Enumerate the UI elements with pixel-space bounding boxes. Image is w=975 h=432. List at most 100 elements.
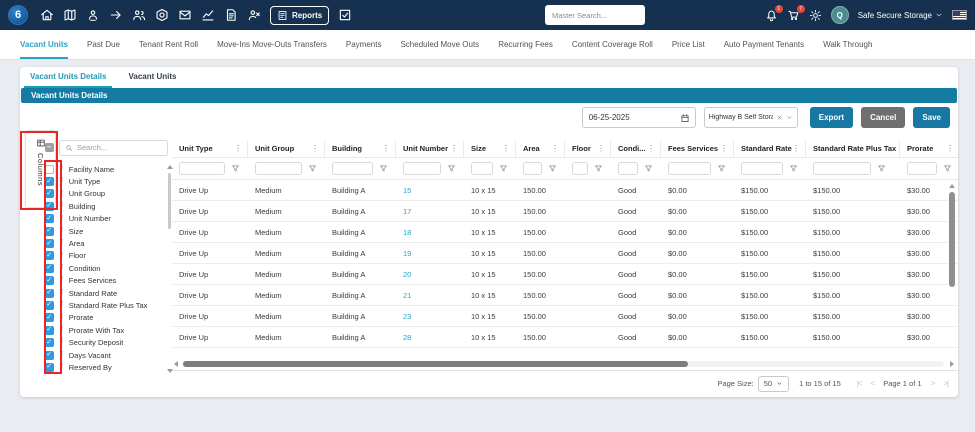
scroll-right-arrow[interactable] [950,361,954,367]
drag-handle-icon[interactable]: ⠿ [59,302,64,309]
drag-handle-icon[interactable]: ⠿ [59,178,64,185]
unit-number-link[interactable]: 23 [396,306,464,326]
drag-handle-icon[interactable]: ⠿ [59,227,64,235]
account-menu[interactable]: Safe Secure Storage [858,11,943,20]
tab-move-ins-move-outs-transfers[interactable]: Move-Ins Move-Outs Transfers [217,30,327,59]
map-icon[interactable] [63,8,77,22]
drag-handle-icon[interactable]: ⠿ [59,165,64,173]
filter-funnel-icon[interactable] [789,164,798,173]
column-checkbox[interactable] [45,251,54,261]
scroll-thumb[interactable] [949,192,955,287]
first-page-button[interactable]: |< [857,379,863,388]
column-filter-input[interactable] [179,162,225,175]
drag-handle-icon[interactable]: ⠿ [59,190,64,198]
grid-horizontal-scrollbar[interactable] [172,361,958,368]
column-filter-input[interactable] [618,162,638,175]
column-header-unit-group[interactable]: Unit Group ⋮ [248,140,325,157]
filter-funnel-icon[interactable] [379,164,388,173]
column-filter-input[interactable] [332,162,373,175]
tab-price-list[interactable]: Price List [672,30,705,59]
reports-nav-button[interactable]: Reports [270,5,330,25]
unit-number-link[interactable]: 15 [396,180,464,200]
drag-handle-icon[interactable]: ⠿ [59,364,64,371]
cart-button[interactable]: 7 [787,4,805,22]
drag-handle-icon[interactable]: ⠿ [59,339,64,346]
drag-handle-icon[interactable]: ⠿ [59,351,64,359]
column-checkbox[interactable] [45,362,54,372]
master-search-input[interactable] [545,5,645,25]
column-checkbox[interactable] [45,189,54,199]
subtab-vacant-units-details[interactable]: Vacant Units Details [24,67,113,88]
unit-number-link[interactable]: 21 [396,285,464,305]
drag-handle-icon[interactable]: ⠿ [59,203,64,210]
column-checkbox[interactable] [45,325,54,335]
column-menu-icon[interactable]: ⋮ [311,144,319,153]
tab-content-coverage-roll[interactable]: Content Coverage Roll [572,30,653,59]
export-button[interactable]: Export [809,107,854,128]
column-checkbox[interactable] [45,164,54,174]
column-header-floor[interactable]: Floor ⋮ [565,140,611,157]
filter-funnel-icon[interactable] [594,164,603,173]
us-flag-icon[interactable] [952,10,967,20]
date-input[interactable] [582,113,680,122]
filter-funnel-icon[interactable] [644,164,653,173]
tab-walk-through[interactable]: Walk Through [823,30,872,59]
column-header-unit-number[interactable]: Unit Number ⋮ [396,140,464,157]
column-checkbox[interactable] [45,177,54,187]
filter-funnel-icon[interactable] [308,164,317,173]
tab-past-due[interactable]: Past Due [87,30,120,59]
filter-funnel-icon[interactable] [499,164,508,173]
column-filter-input[interactable] [403,162,441,175]
column-menu-icon[interactable]: ⋮ [946,144,954,153]
column-menu-icon[interactable]: ⋮ [551,144,559,153]
column-menu-icon[interactable]: ⋮ [647,144,655,153]
scroll-thumb[interactable] [168,173,171,229]
settings-gear-icon[interactable] [809,9,822,22]
prev-page-button[interactable]: < [871,379,876,388]
column-checkbox[interactable] [45,239,54,249]
home-icon[interactable] [40,8,54,22]
filter-funnel-icon[interactable] [943,164,952,173]
subtab-vacant-units[interactable]: Vacant Units [122,67,182,88]
tenants-icon[interactable] [132,8,146,22]
drag-handle-icon[interactable]: ⠿ [59,326,64,334]
facility-select[interactable]: Highway B Self Storage [703,107,798,128]
next-page-button[interactable]: > [931,379,936,388]
save-button[interactable]: Save [913,107,950,128]
date-picker[interactable] [581,107,696,128]
column-header-fees-services[interactable]: Fees Services ⋮ [661,140,734,157]
filter-funnel-icon[interactable] [447,164,456,173]
unit-number-link[interactable]: 20 [396,264,464,284]
unit-number-link[interactable]: 18 [396,222,464,242]
scroll-up-arrow[interactable] [949,184,955,188]
arrow-right-icon[interactable] [109,8,123,22]
column-filter-input[interactable] [813,162,871,175]
tab-payments[interactable]: Payments [346,30,382,59]
column-menu-icon[interactable]: ⋮ [502,144,510,153]
column-menu-icon[interactable]: ⋮ [597,144,605,153]
documents-icon[interactable] [224,8,238,22]
units-icon[interactable] [155,8,169,22]
column-checkbox[interactable] [45,201,54,211]
tab-auto-payment-tenants[interactable]: Auto Payment Tenants [724,30,804,59]
mail-icon[interactable] [178,8,192,22]
scroll-left-arrow[interactable] [174,361,178,367]
move-out-icon[interactable] [247,8,261,22]
notifications-bell[interactable]: 1 [765,4,783,22]
column-checkbox[interactable] [45,226,54,236]
calendar-icon[interactable] [680,113,690,123]
column-filter-input[interactable] [741,162,783,175]
drag-handle-icon[interactable]: ⠿ [59,265,64,272]
last-page-button[interactable]: >| [943,379,949,388]
drag-handle-icon[interactable]: ⠿ [59,289,64,297]
chevron-down-icon[interactable] [786,114,793,121]
unit-number-link[interactable]: 17 [396,201,464,221]
drag-handle-icon[interactable]: ⠿ [59,314,64,322]
drag-handle-icon[interactable]: ⠿ [59,215,64,223]
column-filter-input[interactable] [668,162,711,175]
column-header-condi-[interactable]: Condi... ⋮ [611,140,661,157]
select-all-checkbox[interactable] [45,142,54,152]
column-menu-icon[interactable]: ⋮ [234,144,242,153]
columns-search-input[interactable] [77,143,147,152]
column-header-unit-type[interactable]: Unit Type ⋮ [172,140,248,157]
